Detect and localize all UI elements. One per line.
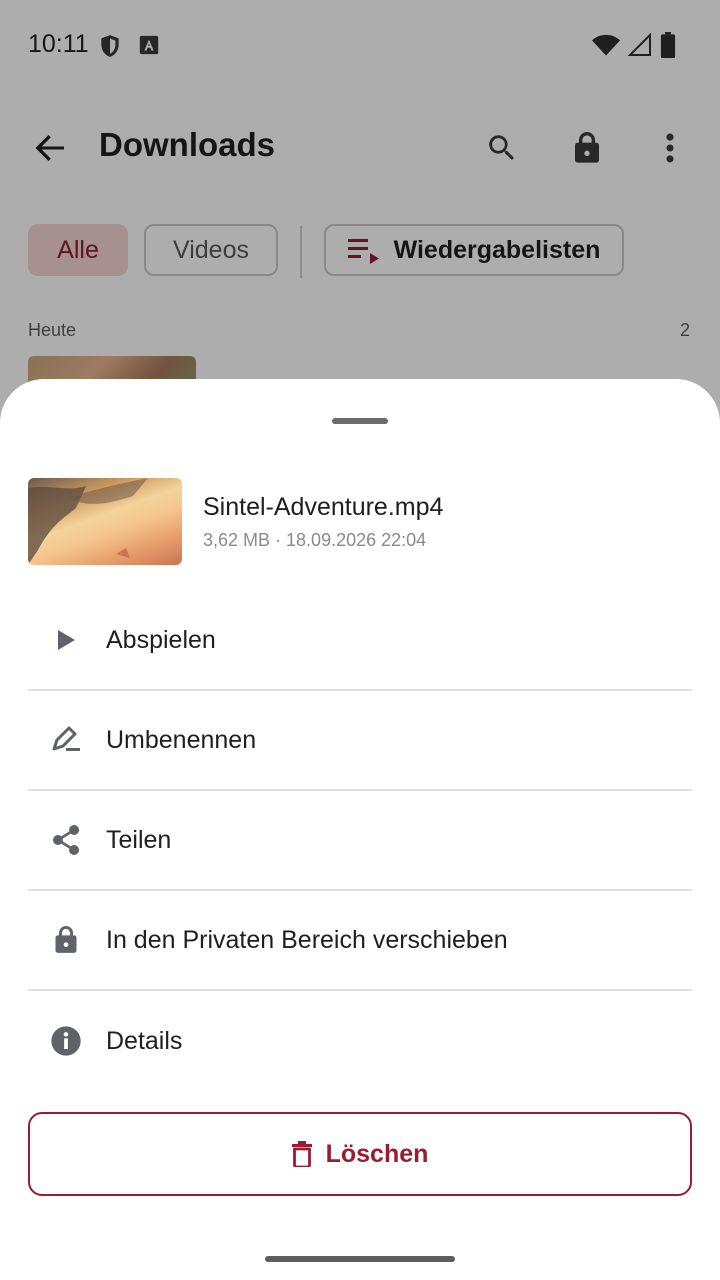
bottom-sheet: Sintel-Adventure.mp4 3,62 MB · 18.09.202… <box>0 379 720 1280</box>
rename-icon <box>48 722 84 758</box>
trash-icon <box>291 1141 312 1167</box>
delete-label: Löschen <box>325 1139 429 1168</box>
file-name: Sintel-Adventure.mp4 <box>203 493 444 521</box>
gesture-nav-handle[interactable] <box>265 1256 455 1262</box>
menu-item-label: Abspielen <box>106 625 216 654</box>
menu-item-rename[interactable]: Umbenennen <box>28 691 692 791</box>
menu-item-label: Details <box>106 1026 183 1055</box>
play-icon <box>48 622 84 658</box>
menu-item-share[interactable]: Teilen <box>28 791 692 891</box>
thumbnail-image <box>28 478 148 565</box>
menu-item-label: Umbenennen <box>106 725 257 754</box>
menu-item-label: In den Privaten Bereich verschieben <box>106 925 508 954</box>
action-menu: Abspielen Umbenennen Teilen In den Priva… <box>28 591 692 1091</box>
menu-item-details[interactable]: Details <box>28 991 692 1091</box>
delete-button[interactable]: Löschen <box>28 1112 692 1196</box>
menu-item-move-private[interactable]: In den Privaten Bereich verschieben <box>28 891 692 991</box>
file-meta: 3,62 MB · 18.09.2026 22:04 <box>203 530 427 550</box>
file-thumbnail <box>28 478 182 565</box>
lock-icon <box>48 922 84 958</box>
menu-item-label: Teilen <box>106 825 172 854</box>
info-icon <box>48 1023 84 1059</box>
share-icon <box>48 822 84 858</box>
menu-item-play[interactable]: Abspielen <box>28 591 692 691</box>
drag-handle[interactable] <box>332 418 388 424</box>
